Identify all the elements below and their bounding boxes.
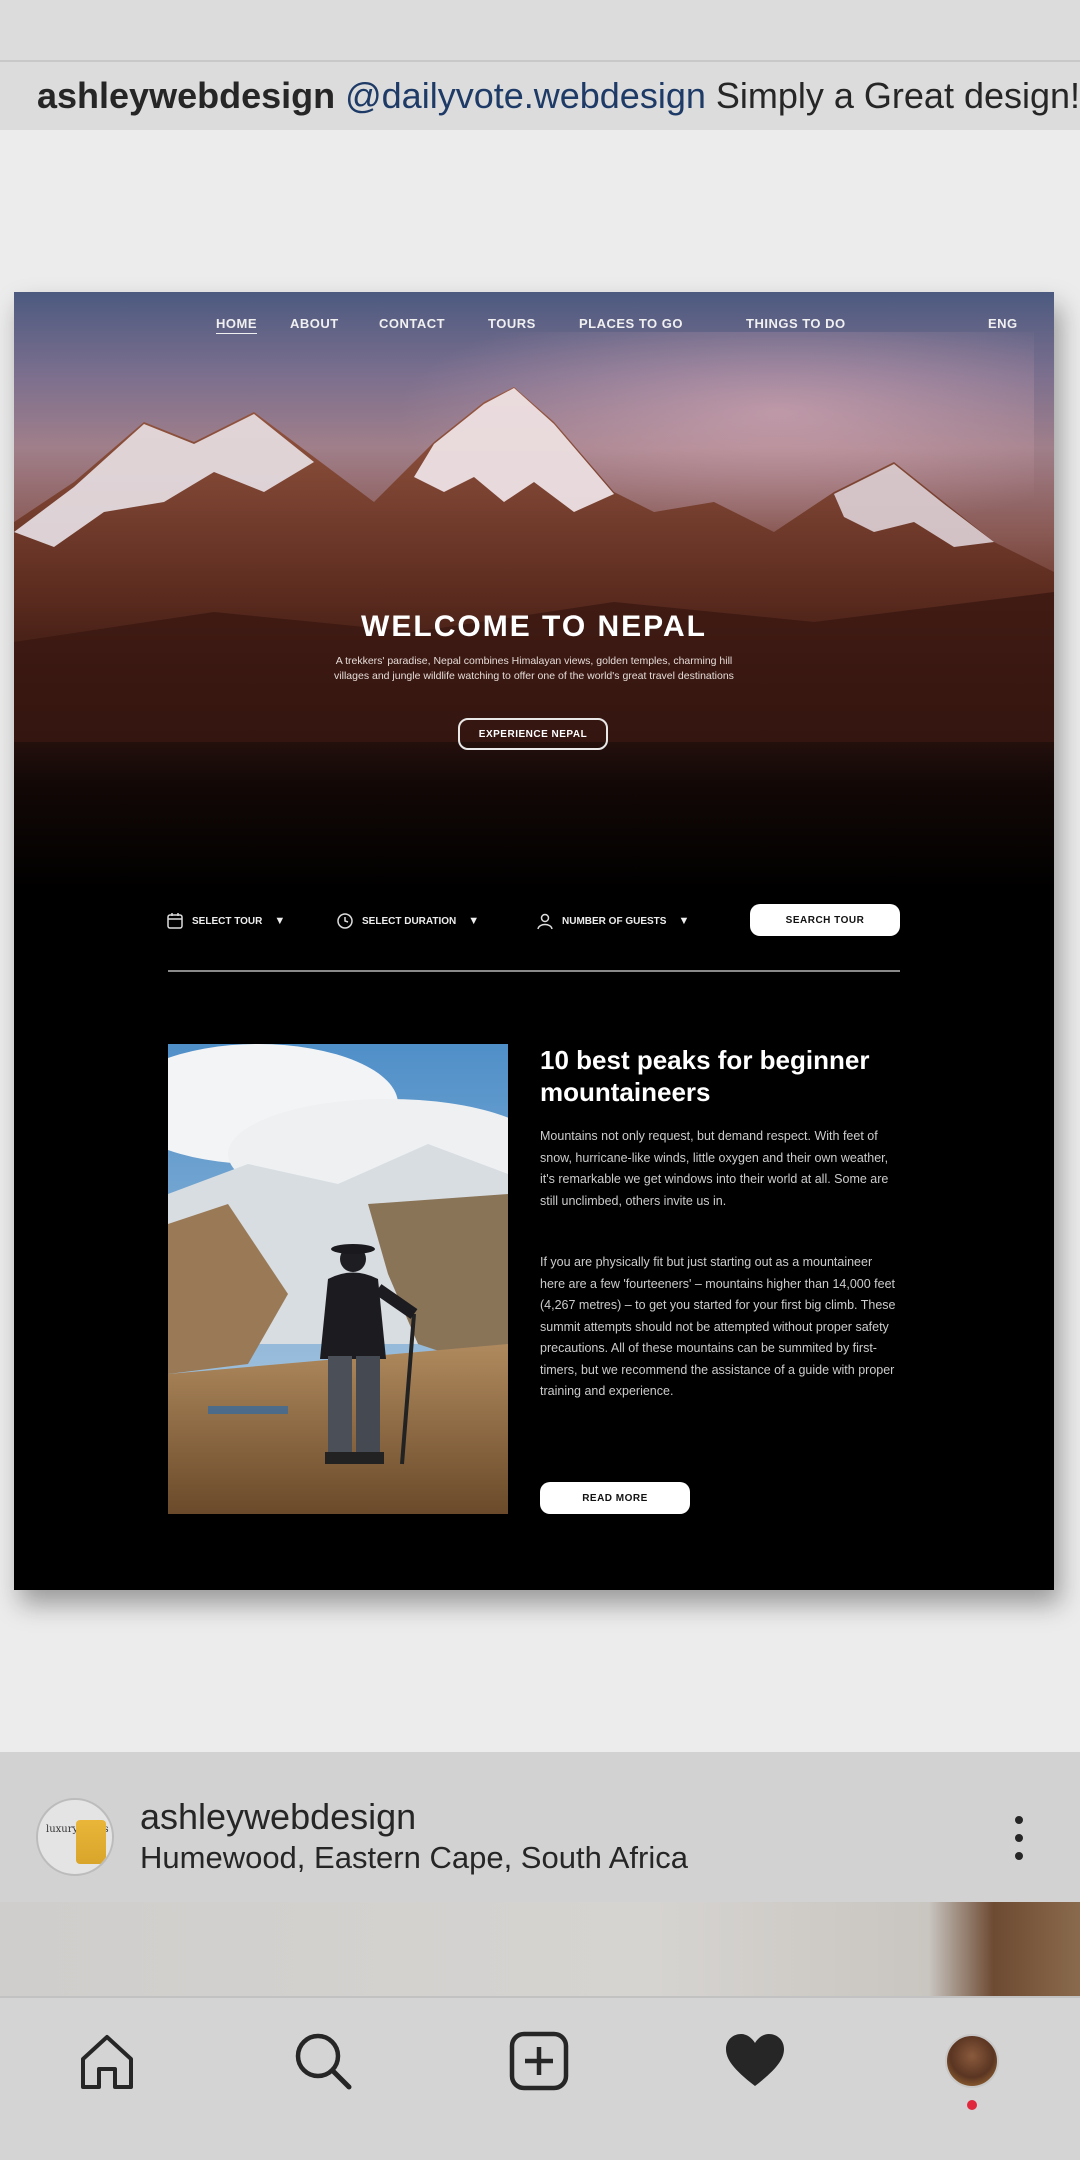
article-title: 10 best peaks for beginner mountaineers <box>540 1045 870 1107</box>
divider <box>168 970 900 972</box>
chevron-down-icon: ▼ <box>274 915 286 927</box>
search-tour-button[interactable]: SEARCH TOUR <box>750 904 900 936</box>
bottom-nav <box>0 1996 1080 2160</box>
profile-avatar[interactable] <box>937 2026 1007 2096</box>
hero-section: HOME ABOUT CONTACT TOURS PLACES TO GO TH… <box>14 292 1054 892</box>
hiker-photo <box>168 1044 508 1514</box>
nav-tours[interactable]: TOURS <box>488 316 536 331</box>
heart-icon[interactable] <box>720 2026 790 2096</box>
hero-subtitle: A trekkers' paradise, Nepal combines Him… <box>334 655 734 682</box>
mockup-nav: HOME ABOUT CONTACT TOURS PLACES TO GO TH… <box>14 316 1054 338</box>
hero-title: WELCOME TO NEPAL <box>361 610 707 643</box>
chevron-down-icon: ▼ <box>678 915 690 927</box>
post-header: luxury dress ashleywebdesign Humewood, E… <box>0 1752 1080 1902</box>
experience-nepal-button[interactable]: EXPERIENCE NEPAL <box>458 718 608 750</box>
caption-username[interactable]: ashleywebdesign <box>37 75 335 117</box>
add-post-icon[interactable] <box>504 2026 574 2096</box>
read-more-button[interactable]: READ MORE <box>540 1482 690 1514</box>
post-caption: ashleywebdesign @dailyvote.webdesign Sim… <box>0 62 1080 130</box>
select-tour-dropdown[interactable]: SELECT TOUR ▼ <box>166 904 285 938</box>
nav-home[interactable]: HOME <box>216 316 257 331</box>
select-tour-label: SELECT TOUR <box>192 915 263 927</box>
clock-icon <box>337 913 353 929</box>
mountains-illustration <box>14 387 1054 742</box>
nav-language[interactable]: ENG <box>988 316 1018 331</box>
article-paragraph-2: If you are physically fit but just start… <box>540 1255 896 1398</box>
chevron-down-icon: ▼ <box>468 915 480 927</box>
post-username[interactable]: ashleywebdesign <box>140 1796 416 1838</box>
avatar[interactable]: luxury dress <box>36 1798 114 1876</box>
website-mockup: HOME ABOUT CONTACT TOURS PLACES TO GO TH… <box>14 292 1054 1590</box>
tour-search-bar: SELECT TOUR ▼ SELECT DURATION ▼ NUMBER O… <box>14 904 1054 938</box>
number-of-guests-label: NUMBER OF GUESTS <box>562 915 667 927</box>
post-location[interactable]: Humewood, Eastern Cape, South Africa <box>140 1840 688 1876</box>
caption-text: Simply a Great design! <box>715 75 1080 116</box>
notification-dot <box>967 2100 977 2110</box>
select-duration-dropdown[interactable]: SELECT DURATION ▼ <box>336 904 479 938</box>
nav-things-to-do[interactable]: THINGS TO DO <box>746 316 846 331</box>
number-of-guests-dropdown[interactable]: NUMBER OF GUESTS ▼ <box>536 904 689 938</box>
next-post-image[interactable] <box>0 1902 1080 1996</box>
article-paragraph-1: Mountains not only request, but demand r… <box>540 1129 889 1208</box>
search-icon[interactable] <box>288 2026 358 2096</box>
status-bar-area <box>0 0 1080 62</box>
person-icon <box>537 913 553 930</box>
caption-mention[interactable]: @dailyvote.webdesign <box>345 75 706 117</box>
nav-contact[interactable]: CONTACT <box>379 316 445 331</box>
nav-places-to-go[interactable]: PLACES TO GO <box>579 316 683 331</box>
select-duration-label: SELECT DURATION <box>362 915 457 927</box>
nav-about[interactable]: ABOUT <box>290 316 339 331</box>
more-options-icon[interactable] <box>1004 1816 1034 1860</box>
post-image[interactable]: HOME ABOUT CONTACT TOURS PLACES TO GO TH… <box>0 130 1080 1752</box>
calendar-icon <box>167 913 183 929</box>
home-icon[interactable] <box>72 2026 142 2096</box>
